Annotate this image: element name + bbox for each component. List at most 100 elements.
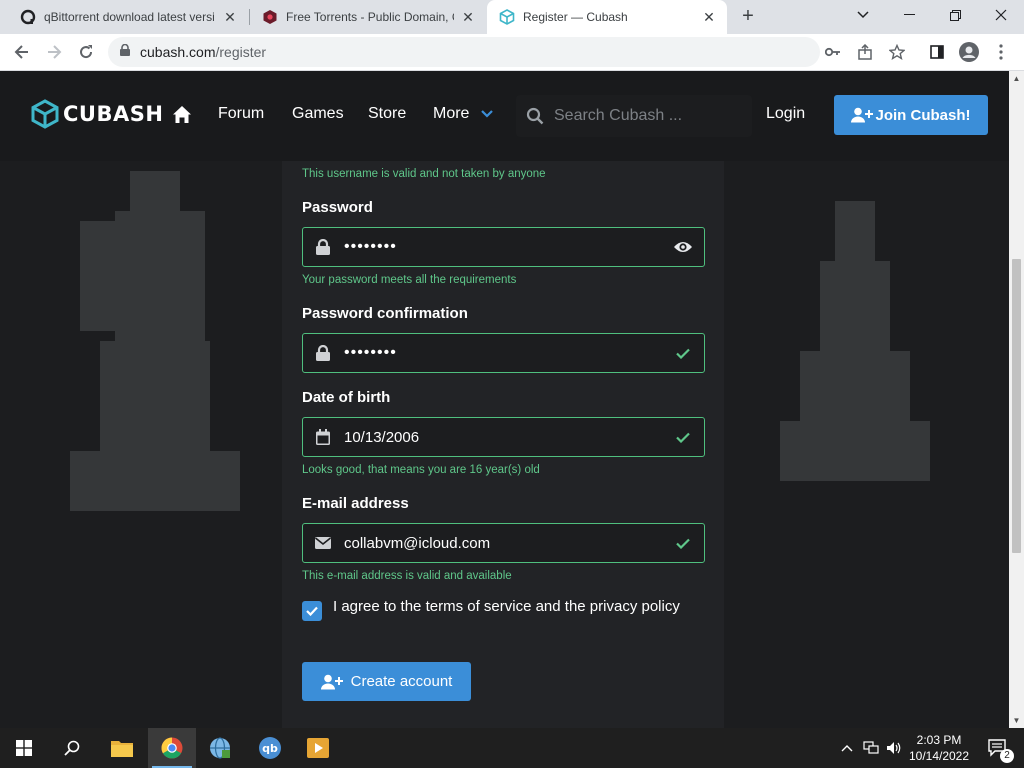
clock-time: 2:03 PM: [916, 733, 962, 747]
notification-count-badge: 2: [1000, 749, 1014, 763]
side-panel-icon[interactable]: [924, 39, 950, 65]
valid-checkmark-icon: [672, 532, 694, 554]
lock-icon[interactable]: [120, 43, 130, 61]
cubash-logo[interactable]: CUBASH: [31, 99, 163, 129]
password-key-icon[interactable]: [820, 39, 846, 65]
envelope-icon: [315, 535, 331, 551]
qbittorrent-taskbar-icon[interactable]: qb: [246, 728, 294, 768]
valid-checkmark-icon: [672, 342, 694, 364]
valid-checkmark-icon: [672, 426, 694, 448]
date-of-birth-field[interactable]: 10/13/2006: [302, 417, 705, 457]
url-text: cubash.com/register: [140, 44, 267, 60]
checkmark-icon: [306, 606, 318, 616]
password-value[interactable]: ••••••••: [344, 238, 672, 256]
home-icon[interactable]: [172, 105, 192, 125]
email-field[interactable]: collabvm@icloud.com: [302, 523, 705, 563]
file-explorer-icon[interactable]: [98, 728, 146, 768]
login-link[interactable]: Login: [766, 105, 805, 123]
calendar-icon: [315, 429, 331, 445]
nav-more-label: More: [433, 105, 470, 122]
windows-start-icon[interactable]: [0, 728, 48, 768]
chrome-taskbar-icon[interactable]: [148, 728, 196, 768]
address-bar[interactable]: cubash.com/register: [108, 37, 820, 67]
nav-store-link[interactable]: Store: [368, 105, 406, 123]
browser-tab-cubash-register[interactable]: Register — Cubash ✕: [487, 0, 727, 34]
nav-forum-link[interactable]: Forum: [218, 105, 264, 123]
network-globe-icon[interactable]: [196, 728, 244, 768]
browser-tab-strip: qBittorrent download latest versi ✕ Free…: [0, 0, 1024, 34]
volume-speaker-icon[interactable]: [884, 728, 904, 768]
join-button-label: Join Cubash!: [875, 106, 971, 124]
close-window-icon[interactable]: [978, 0, 1024, 30]
tab-title: Free Torrents - Public Domain, Cr: [286, 10, 454, 24]
password-valid-hint: Your password meets all the requirements: [302, 274, 517, 286]
statue-background-art: [780, 201, 930, 481]
password-label: Password: [302, 199, 373, 216]
reload-icon[interactable]: [72, 38, 100, 66]
cubash-favicon-icon: [499, 9, 515, 25]
nav-games-link[interactable]: Games: [292, 105, 344, 123]
profile-avatar-icon[interactable]: [956, 39, 982, 65]
new-tab-plus-icon[interactable]: +: [737, 5, 759, 27]
browser-menu-icon[interactable]: [988, 39, 1014, 65]
nav-more-dropdown[interactable]: More: [433, 105, 494, 123]
site-search-box[interactable]: [516, 95, 752, 137]
create-account-label: Create account: [350, 673, 453, 690]
create-account-button[interactable]: Create account: [302, 662, 471, 701]
browser-tab-free-torrents[interactable]: Free Torrents - Public Domain, Cr ✕: [250, 0, 486, 34]
tray-chevron-up-icon[interactable]: [838, 728, 856, 768]
scrollbar-thumb[interactable]: [1012, 259, 1021, 553]
tab-search-chevron-icon[interactable]: [840, 0, 886, 30]
notification-center-icon[interactable]: 2: [978, 728, 1018, 768]
close-tab-icon[interactable]: ✕: [460, 9, 476, 25]
password-field[interactable]: ••••••••: [302, 227, 705, 267]
restore-window-icon[interactable]: [932, 0, 978, 30]
email-valid-hint: This e-mail address is valid and availab…: [302, 570, 512, 582]
windows-taskbar: qb 2:03 PM 10/14/2022 2: [0, 728, 1024, 768]
password-confirmation-field[interactable]: ••••••••: [302, 333, 705, 373]
back-arrow-icon[interactable]: [8, 38, 36, 66]
close-tab-icon[interactable]: ✕: [222, 9, 238, 25]
media-player-icon[interactable]: [294, 728, 342, 768]
share-icon[interactable]: [852, 39, 878, 65]
network-icon[interactable]: [860, 728, 882, 768]
bookmark-star-icon[interactable]: [884, 39, 910, 65]
browser-tab-qbittorrent[interactable]: qBittorrent download latest versi ✕: [8, 0, 248, 34]
terms-checkbox[interactable]: [302, 601, 322, 621]
terms-agreement-text[interactable]: I agree to the terms of service and the …: [333, 597, 683, 617]
date-of-birth-value[interactable]: 10/13/2006: [344, 429, 672, 446]
taskbar-clock[interactable]: 2:03 PM 10/14/2022: [905, 732, 973, 764]
browser-toolbar: cubash.com/register: [0, 34, 1024, 71]
password-confirmation-label: Password confirmation: [302, 305, 468, 322]
cube-logo-icon: [31, 99, 59, 129]
password-confirmation-value[interactable]: ••••••••: [344, 344, 672, 362]
site-header: CUBASH Forum Games Store More Login Join…: [0, 71, 1009, 161]
statue-background-art: [70, 171, 240, 511]
email-value[interactable]: collabvm@icloud.com: [344, 535, 672, 552]
register-form-card: This username is valid and not taken by …: [282, 161, 724, 728]
search-taskbar-icon[interactable]: [48, 728, 96, 768]
tab-title: Register — Cubash: [523, 10, 628, 24]
search-icon: [526, 107, 544, 125]
date-of-birth-label: Date of birth: [302, 389, 391, 406]
page-viewport: CUBASH Forum Games Store More Login Join…: [0, 71, 1009, 728]
logo-wordmark: CUBASH: [63, 102, 164, 126]
svg-text:qb: qb: [262, 742, 278, 755]
minimize-window-icon[interactable]: [886, 0, 932, 30]
page-scrollbar[interactable]: ▲ ▼: [1009, 71, 1024, 728]
torrent-site-favicon-icon: [262, 9, 278, 25]
close-tab-icon[interactable]: ✕: [701, 9, 717, 25]
date-of-birth-hint: Looks good, that means you are 16 year(s…: [302, 464, 540, 476]
clock-date: 10/14/2022: [908, 749, 970, 763]
chevron-down-icon: [481, 110, 493, 118]
search-input[interactable]: [554, 107, 734, 125]
forward-arrow-icon[interactable]: [40, 38, 68, 66]
tab-title: qBittorrent download latest versi: [44, 10, 215, 24]
show-password-eye-icon[interactable]: [672, 236, 694, 258]
join-cubash-button[interactable]: Join Cubash!: [834, 95, 988, 135]
scroll-up-arrow-icon[interactable]: ▲: [1012, 74, 1021, 83]
terms-agreement[interactable]: I agree to the terms of service and the …: [302, 597, 683, 621]
scroll-down-arrow-icon[interactable]: ▼: [1012, 716, 1021, 725]
add-user-icon: [320, 674, 343, 689]
email-address-label: E-mail address: [302, 495, 409, 512]
